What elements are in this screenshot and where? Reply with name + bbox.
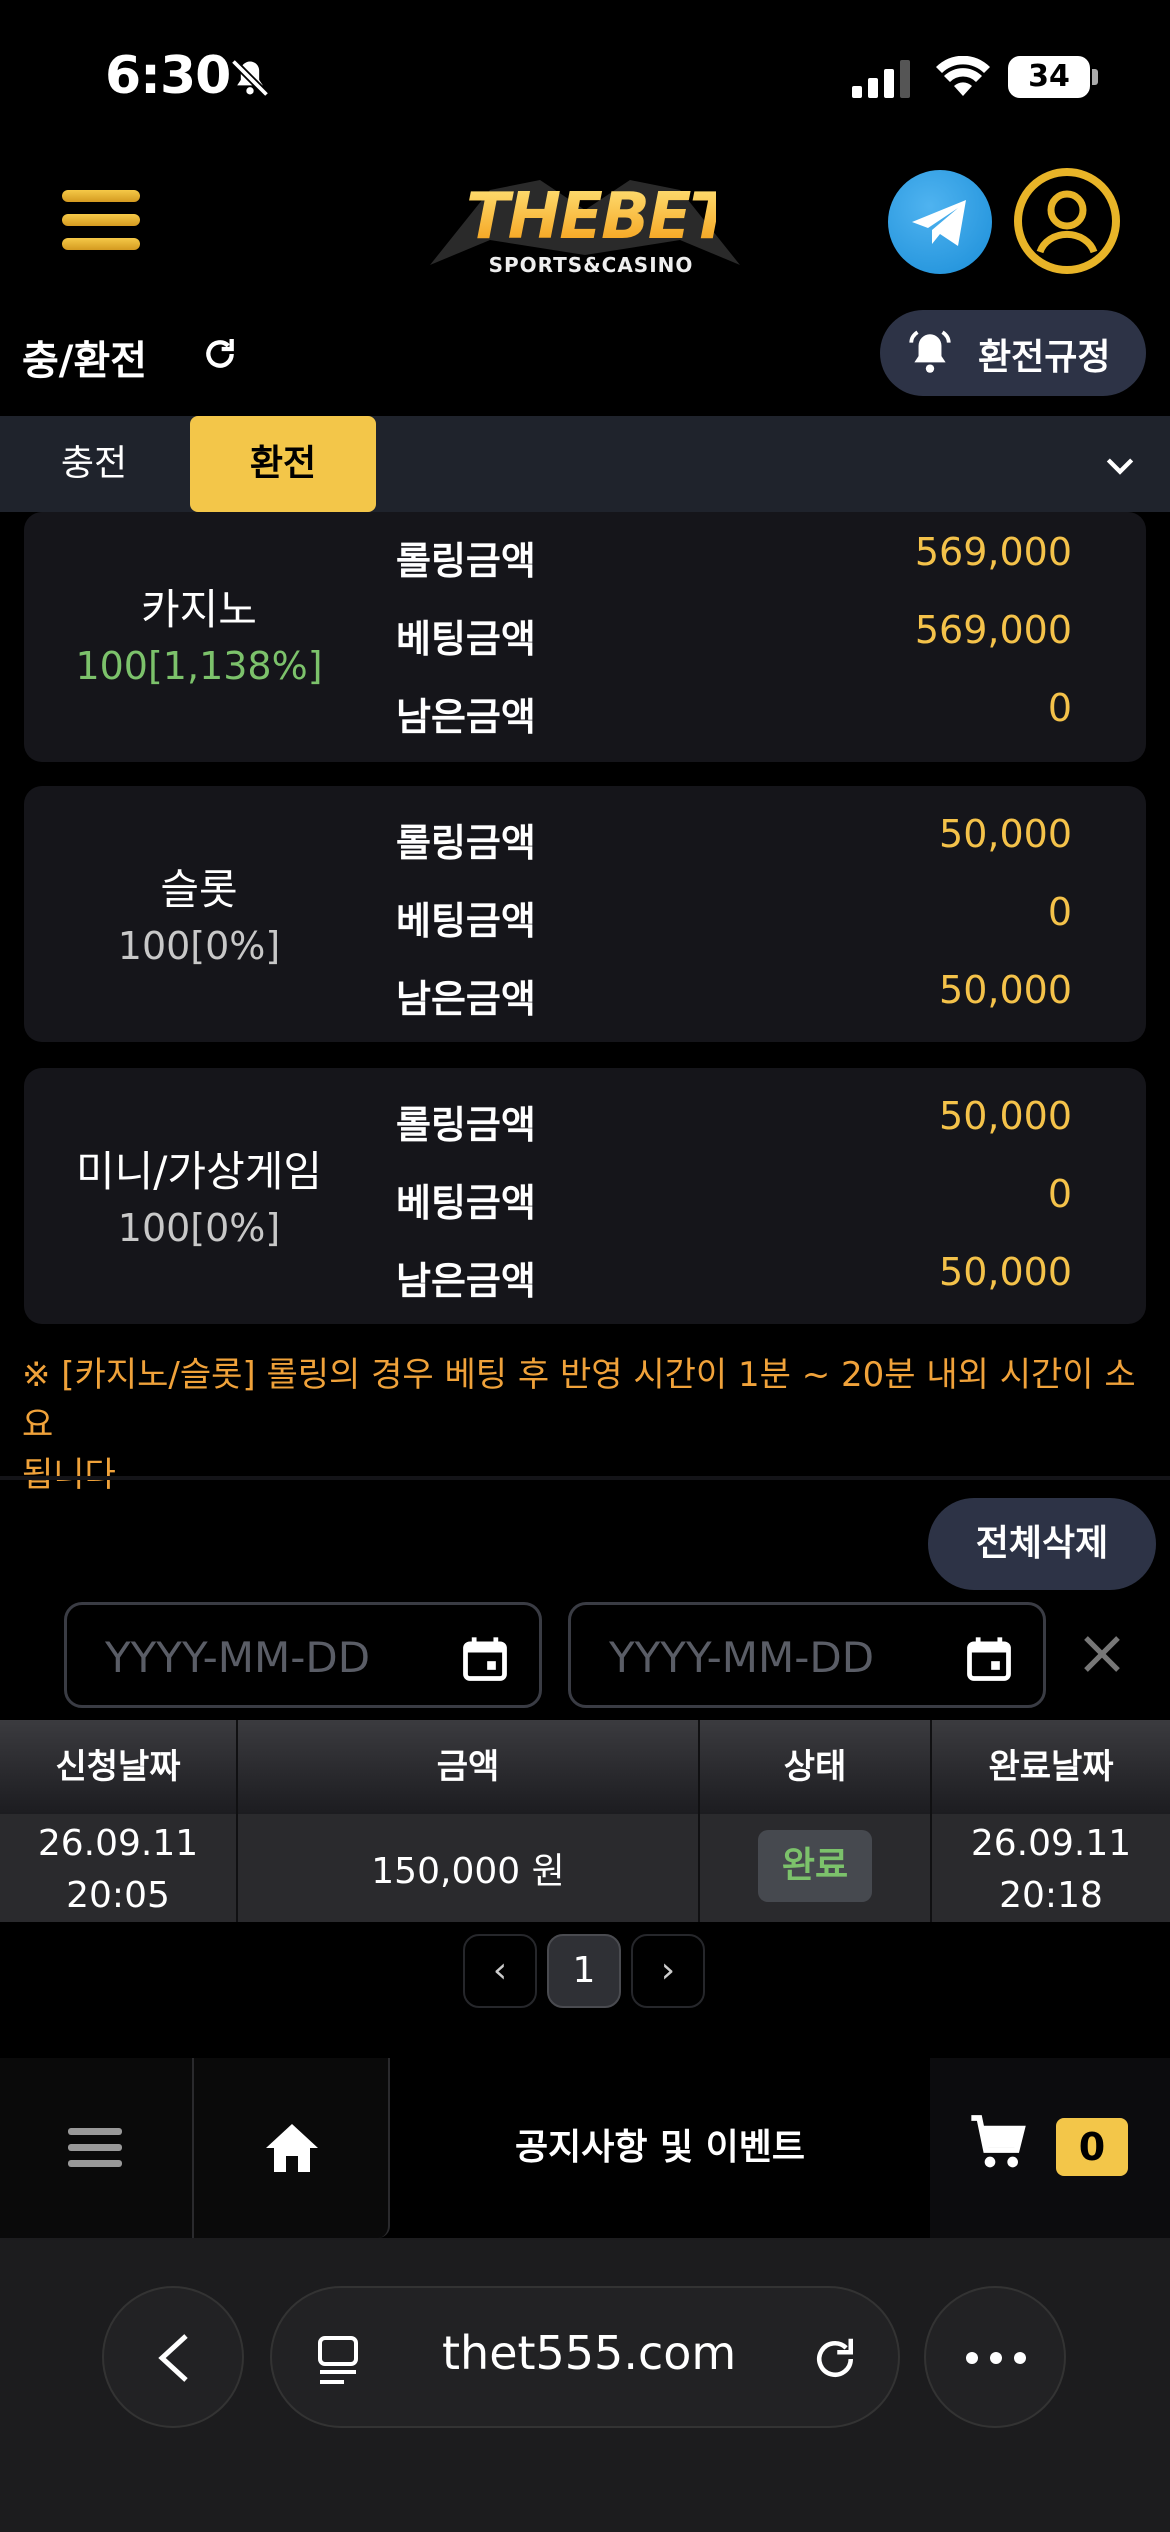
- delete-all-button[interactable]: 전체삭제: [928, 1498, 1156, 1590]
- hamburger-icon: [68, 2128, 122, 2167]
- betting-label: 베팅금액: [396, 1181, 536, 1225]
- url-text[interactable]: thet555.com: [442, 2326, 736, 2380]
- betting-value: 569,000: [914, 608, 1072, 652]
- column-header: 신청날짜: [55, 1747, 181, 1787]
- card-name: 카지노: [141, 585, 257, 634]
- complete-date: 26.09.11: [970, 1823, 1132, 1864]
- remaining-value: 0: [1047, 686, 1072, 730]
- cellular-signal-icon: [852, 60, 910, 98]
- complete-time: 20:18: [999, 1875, 1103, 1916]
- bottom-menu-button[interactable]: [0, 2058, 194, 2238]
- remaining-label: 남은금액: [396, 1259, 536, 1303]
- remaining-label: 남은금액: [396, 977, 536, 1021]
- browser-back-button[interactable]: [102, 2286, 244, 2428]
- more-icon: [966, 2352, 1026, 2364]
- complete-date-cell: 26.09.11 20:18: [932, 1818, 1170, 1922]
- column-header: 완료날짜: [988, 1747, 1114, 1787]
- rolling-value: 569,000: [914, 530, 1072, 574]
- column-header: 상태: [783, 1747, 847, 1787]
- end-date-field[interactable]: [568, 1602, 1046, 1708]
- user-account-button[interactable]: [1014, 168, 1120, 274]
- calendar-icon[interactable]: [963, 1633, 1015, 1685]
- column-header: 금액: [436, 1747, 500, 1787]
- page-title: 충/환전: [22, 338, 148, 384]
- remaining-value: 50,000: [939, 1250, 1072, 1294]
- calendar-icon[interactable]: [459, 1633, 511, 1685]
- exchange-rules-label[interactable]: 환전규정: [978, 328, 1110, 380]
- remaining-value: 50,000: [939, 968, 1072, 1012]
- column-divider: [698, 1720, 700, 1922]
- request-date: 26.09.11: [37, 1823, 199, 1864]
- menu-icon[interactable]: [62, 190, 140, 252]
- chevron-left-icon: [158, 2334, 188, 2382]
- logo-subtitle: SPORTS&CASINO: [488, 253, 694, 277]
- start-date-field[interactable]: [64, 1602, 542, 1708]
- card-percent: 100[1,138%]: [75, 644, 323, 688]
- battery-indicator: 34: [1008, 56, 1090, 98]
- card-name: 슬롯: [160, 865, 238, 914]
- request-time: 20:05: [66, 1875, 170, 1916]
- start-date-input[interactable]: [105, 1629, 425, 1685]
- rolling-label: 롤링금액: [396, 821, 536, 865]
- card-name: 미니/가상게임: [76, 1147, 322, 1196]
- betting-label: 베팅금액: [396, 899, 536, 943]
- bell-ring-icon: [909, 330, 951, 373]
- rolling-value: 50,000: [939, 812, 1072, 856]
- user-icon: [1036, 190, 1098, 254]
- rolling-label: 롤링금액: [396, 539, 536, 583]
- rolling-value: 50,000: [939, 1094, 1072, 1138]
- notice-event-link[interactable]: 공지사항 및 이벤트: [390, 2058, 930, 2238]
- remaining-label: 남은금액: [396, 695, 536, 739]
- logo-text[interactable]: THEBET: [466, 180, 733, 254]
- tab-view-icon: [318, 2336, 358, 2384]
- cart-count-badge: 0: [1056, 2118, 1128, 2176]
- reload-icon[interactable]: [808, 2332, 862, 2386]
- card-percent: 100[0%]: [117, 1206, 281, 1250]
- status-badge: 완료: [758, 1830, 872, 1902]
- betting-label: 베팅금액: [396, 617, 536, 661]
- battery-cap: [1092, 69, 1098, 85]
- amount-cell: 150,000 원: [371, 1851, 565, 1892]
- request-date-cell: 26.09.11 20:05: [0, 1818, 236, 1922]
- home-button[interactable]: [194, 2058, 390, 2238]
- tab-charge[interactable]: 충전: [0, 416, 188, 512]
- page-button[interactable]: 1: [547, 1934, 621, 2008]
- status-time: 6:30: [105, 46, 231, 106]
- refresh-icon[interactable]: [200, 334, 240, 374]
- card-percent: 100[0%]: [117, 924, 281, 968]
- chevron-down-icon[interactable]: [1100, 445, 1140, 485]
- telegram-button[interactable]: [888, 170, 992, 274]
- notice-line: 됩니다: [22, 1455, 116, 1495]
- end-date-input[interactable]: [609, 1629, 929, 1685]
- tab-exchange[interactable]: 환전: [190, 416, 376, 512]
- close-icon[interactable]: [1078, 1630, 1126, 1678]
- home-icon: [266, 2124, 318, 2172]
- prev-page-button[interactable]: ‹: [463, 1934, 537, 2008]
- rolling-label: 롤링금액: [396, 1103, 536, 1147]
- notice-line: ※ [카지노/슬롯] 롤링의 경우 베팅 후 반영 시간이 1분 ~ 20분 내…: [22, 1355, 1136, 1445]
- betting-value: 0: [1047, 1172, 1072, 1216]
- divider: [0, 1476, 1170, 1480]
- telegram-icon: [912, 200, 966, 246]
- betting-value: 0: [1047, 890, 1072, 934]
- cart-icon: [971, 2115, 1026, 2168]
- bell-muted-icon: [230, 58, 270, 98]
- wifi-icon: [936, 56, 990, 96]
- cart-button[interactable]: [930, 2058, 1170, 2238]
- next-page-button[interactable]: ›: [631, 1934, 705, 2008]
- browser-more-button[interactable]: [924, 2286, 1066, 2428]
